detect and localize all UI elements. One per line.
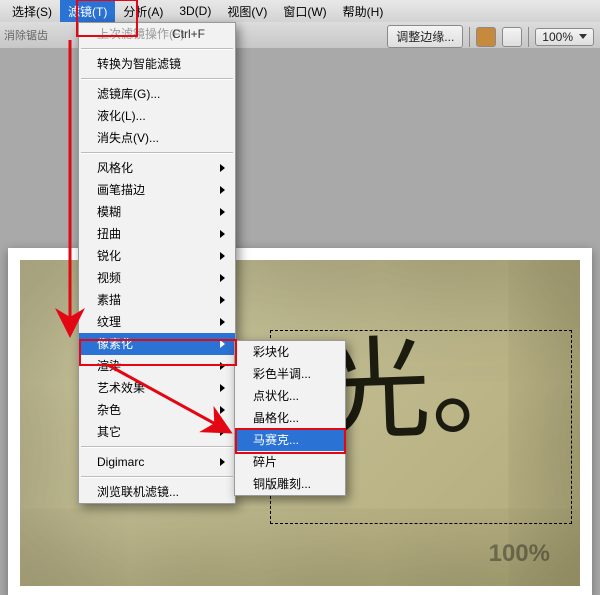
submenu-arrow-icon <box>220 318 225 326</box>
menu-item-label: 锐化 <box>97 249 121 263</box>
chevron-down-icon <box>579 34 587 39</box>
menu-other[interactable]: 其它 <box>79 421 235 443</box>
pixelate-submenu: 彩块化 彩色半调... 点状化... 晶格化... 马赛克... 碎片 铜版雕刻… <box>234 340 346 496</box>
menu-stylize[interactable]: 风格化 <box>79 157 235 179</box>
refine-edge-button[interactable]: 调整边缘... <box>387 25 463 48</box>
menu-separator <box>81 152 233 154</box>
menu-item-label: 液化(L)... <box>97 109 146 123</box>
filter-dropdown: 上次滤镜操作(F) Ctrl+F 转换为智能滤镜 滤镜库(G)... 液化(L)… <box>78 22 236 504</box>
menu-view[interactable]: 视图(V) <box>219 0 275 23</box>
menu-item-label: 其它 <box>97 425 121 439</box>
menu-select[interactable]: 选择(S) <box>4 0 60 23</box>
zoom-value: 100% <box>542 30 573 44</box>
menu-brush-strokes[interactable]: 画笔描边 <box>79 179 235 201</box>
submenu-arrow-icon <box>220 208 225 216</box>
menu-last-filter[interactable]: 上次滤镜操作(F) Ctrl+F <box>79 23 235 45</box>
menu-item-label: 晶格化... <box>253 411 299 425</box>
panel-toggle-icon[interactable] <box>502 27 522 47</box>
menu-item-label: 消失点(V)... <box>97 131 159 145</box>
menu-separator <box>81 48 233 50</box>
menu-artistic[interactable]: 艺术效果 <box>79 377 235 399</box>
menu-item-label: 铜版雕刻... <box>253 477 311 491</box>
submenu-arrow-icon <box>220 340 225 348</box>
submenu-facet[interactable]: 晶格化... <box>235 407 345 429</box>
menu-noise[interactable]: 杂色 <box>79 399 235 421</box>
submenu-arrow-icon <box>220 230 225 238</box>
menu-window[interactable]: 窗口(W) <box>275 0 334 23</box>
menu-item-label: 画笔描边 <box>97 183 145 197</box>
menu-item-label: 渲染 <box>97 359 121 373</box>
submenu-arrow-icon <box>220 406 225 414</box>
menu-item-label: Digimarc <box>97 455 144 469</box>
menu-item-label: 纹理 <box>97 315 121 329</box>
menu-item-label: 模糊 <box>97 205 121 219</box>
menu-item-label: 扭曲 <box>97 227 121 241</box>
menu-browse-online[interactable]: 浏览联机滤镜... <box>79 481 235 503</box>
menu-separator <box>81 476 233 478</box>
submenu-arrow-icon <box>220 186 225 194</box>
submenu-mosaic[interactable]: 马赛克... <box>235 429 345 451</box>
menu-blur[interactable]: 模糊 <box>79 201 235 223</box>
app-menu-bar: 选择(S) 滤镜(T) 分析(A) 3D(D) 视图(V) 窗口(W) 帮助(H… <box>0 0 600 23</box>
submenu-pointillize[interactable]: 点状化... <box>235 385 345 407</box>
watermark-zoom: 100% <box>489 540 550 568</box>
menu-item-label: 视频 <box>97 271 121 285</box>
menu-item-label: 风格化 <box>97 161 133 175</box>
submenu-arrow-icon <box>220 252 225 260</box>
menu-item-label: 像素化 <box>97 337 133 351</box>
menu-analysis[interactable]: 分析(A) <box>115 0 171 23</box>
menu-item-label: 素描 <box>97 293 121 307</box>
submenu-arrow-icon <box>220 384 225 392</box>
submenu-arrow-icon <box>220 164 225 172</box>
submenu-color-halftone[interactable]: 彩色半调... <box>235 363 345 385</box>
submenu-fragment[interactable]: 碎片 <box>235 451 345 473</box>
menu-liquify[interactable]: 液化(L)... <box>79 105 235 127</box>
menu-item-label: 彩块化 <box>253 345 289 359</box>
menu-help[interactable]: 帮助(H) <box>335 0 392 23</box>
menu-separator <box>81 78 233 80</box>
menu-pixelate[interactable]: 像素化 <box>79 333 235 355</box>
menu-3d[interactable]: 3D(D) <box>171 1 219 21</box>
submenu-crystallize[interactable]: 彩块化 <box>235 341 345 363</box>
menu-digimarc[interactable]: Digimarc <box>79 451 235 473</box>
menu-item-label: 杂色 <box>97 403 121 417</box>
menu-video[interactable]: 视频 <box>79 267 235 289</box>
divider <box>469 27 470 47</box>
menu-vanishing-point[interactable]: 消失点(V)... <box>79 127 235 149</box>
menu-filter-gallery[interactable]: 滤镜库(G)... <box>79 83 235 105</box>
menu-item-label: 艺术效果 <box>97 381 145 395</box>
antialias-label: 消除锯齿 <box>4 27 48 43</box>
submenu-arrow-icon <box>220 274 225 282</box>
zoom-dropdown[interactable]: 100% <box>535 28 594 46</box>
submenu-mezzotint[interactable]: 铜版雕刻... <box>235 473 345 495</box>
menu-smart-filter[interactable]: 转换为智能滤镜 <box>79 53 235 75</box>
menu-item-label: 彩色半调... <box>253 367 311 381</box>
submenu-arrow-icon <box>220 428 225 436</box>
menu-item-label: 转换为智能滤镜 <box>97 57 181 71</box>
menu-item-label: 滤镜库(G)... <box>97 87 160 101</box>
menu-distort[interactable]: 扭曲 <box>79 223 235 245</box>
menu-sharpen[interactable]: 锐化 <box>79 245 235 267</box>
submenu-arrow-icon <box>220 362 225 370</box>
menu-filter[interactable]: 滤镜(T) <box>60 0 115 23</box>
divider <box>528 27 529 47</box>
menu-sketch[interactable]: 素描 <box>79 289 235 311</box>
menu-item-label: 碎片 <box>253 455 277 469</box>
menu-item-label: 点状化... <box>253 389 299 403</box>
menu-item-label: 浏览联机滤镜... <box>97 485 179 499</box>
menu-texture[interactable]: 纹理 <box>79 311 235 333</box>
menu-separator <box>81 446 233 448</box>
menu-render[interactable]: 渲染 <box>79 355 235 377</box>
submenu-arrow-icon <box>220 458 225 466</box>
menu-item-label: 马赛克... <box>253 433 299 447</box>
bridge-icon[interactable] <box>476 27 496 47</box>
submenu-arrow-icon <box>220 296 225 304</box>
menu-item-shortcut: Ctrl+F <box>172 23 205 45</box>
